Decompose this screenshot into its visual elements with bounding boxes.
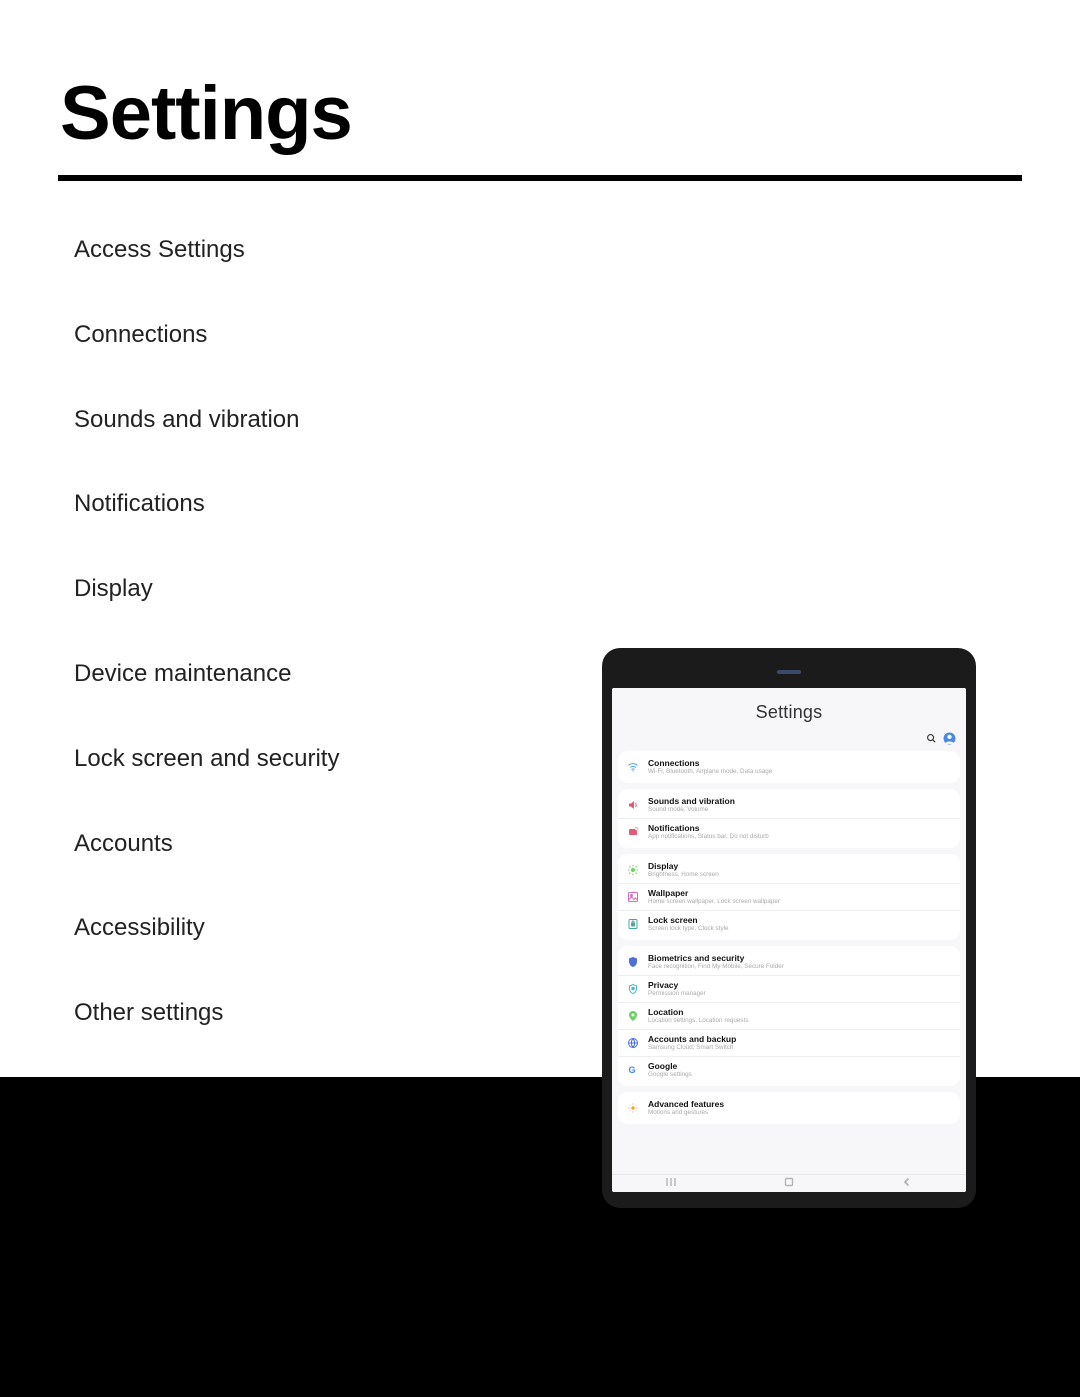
settings-row-subtitle: Motions and gestures: [648, 1109, 952, 1116]
settings-row-title: Advanced features: [648, 1100, 952, 1110]
toc-connections[interactable]: Connections: [74, 321, 1080, 350]
notif-icon: [626, 825, 640, 839]
settings-row-text: WallpaperHome screen wallpaper, Lock scr…: [648, 889, 952, 906]
settings-group: Sounds and vibrationSound mode, Volume No…: [618, 789, 960, 848]
settings-group: Advanced featuresMotions and gestures: [618, 1092, 960, 1124]
privacy-icon: [626, 982, 640, 996]
settings-row-lock-screen[interactable]: Lock screenScreen lock type, Clock style: [618, 910, 960, 937]
toc-display[interactable]: Display: [74, 575, 1080, 604]
settings-row-subtitle: Samsung Cloud, Smart Switch: [648, 1044, 952, 1051]
settings-row-wallpaper[interactable]: WallpaperHome screen wallpaper, Lock scr…: [618, 883, 960, 910]
settings-row-text: Biometrics and securityFace recognition,…: [648, 954, 952, 971]
advanced-icon: [626, 1101, 640, 1115]
tablet-screen-title: Settings: [612, 688, 966, 751]
settings-row-connections[interactable]: ConnectionsWi-Fi, Bluetooth, Airplane mo…: [618, 754, 960, 780]
settings-row-subtitle: Permission manager: [648, 990, 952, 997]
settings-group: DisplayBrightness, Home screen WallpaperH…: [618, 854, 960, 940]
tablet-screen-title-text: Settings: [756, 702, 823, 722]
recent-apps-button[interactable]: [666, 1177, 676, 1190]
settings-row-display[interactable]: DisplayBrightness, Home screen: [618, 857, 960, 883]
shield-icon: [626, 955, 640, 969]
settings-row-title: Display: [648, 862, 952, 872]
back-button[interactable]: [902, 1177, 912, 1190]
settings-row-subtitle: Wi-Fi, Bluetooth, Airplane mode, Data us…: [648, 768, 952, 775]
settings-group: Biometrics and securityFace recognition,…: [618, 946, 960, 1086]
toc-access-settings[interactable]: Access Settings: [74, 236, 1080, 265]
settings-row-subtitle: App notifications, Status bar, Do not di…: [648, 833, 952, 840]
svg-text:G: G: [629, 1065, 636, 1075]
user-icon[interactable]: [943, 732, 956, 745]
tablet-navbar: [612, 1174, 966, 1192]
settings-row-privacy[interactable]: PrivacyPermission manager: [618, 975, 960, 1002]
settings-row-title: Wallpaper: [648, 889, 952, 899]
settings-row-text: NotificationsApp notifications, Status b…: [648, 824, 952, 841]
tablet-header-actions: [926, 732, 956, 745]
toc-sounds-and-vibration[interactable]: Sounds and vibration: [74, 406, 1080, 435]
display-icon: [626, 863, 640, 877]
settings-row-subtitle: Brightness, Home screen: [648, 871, 952, 878]
wallpaper-icon: [626, 890, 640, 904]
location-icon: [626, 1009, 640, 1023]
tablet-mockup: Settings ConnectionsWi-Fi, Bluetooth, Ai…: [602, 648, 976, 1208]
wifi-icon: [626, 760, 640, 774]
settings-row-title: Google: [648, 1062, 952, 1072]
search-icon[interactable]: [926, 733, 937, 744]
tablet-screen: Settings ConnectionsWi-Fi, Bluetooth, Ai…: [612, 688, 966, 1192]
home-button[interactable]: [784, 1177, 794, 1190]
settings-row-text: ConnectionsWi-Fi, Bluetooth, Airplane mo…: [648, 759, 952, 776]
settings-row-text: Advanced featuresMotions and gestures: [648, 1100, 952, 1117]
settings-row-text: Sounds and vibrationSound mode, Volume: [648, 797, 952, 814]
settings-row-text: LocationLocation settings, Location requ…: [648, 1008, 952, 1025]
settings-row-text: Accounts and backupSamsung Cloud, Smart …: [648, 1035, 952, 1052]
settings-row-subtitle: Face recognition, Find My Mobile, Secure…: [648, 963, 952, 970]
sound-icon: [626, 798, 640, 812]
settings-group: ConnectionsWi-Fi, Bluetooth, Airplane mo…: [618, 751, 960, 783]
settings-row-location[interactable]: LocationLocation settings, Location requ…: [618, 1002, 960, 1029]
settings-row-accounts-and-backup[interactable]: Accounts and backupSamsung Cloud, Smart …: [618, 1029, 960, 1056]
settings-row-title: Connections: [648, 759, 952, 769]
settings-row-advanced-features[interactable]: Advanced featuresMotions and gestures: [618, 1095, 960, 1121]
settings-row-google[interactable]: G GoogleGoogle settings: [618, 1056, 960, 1083]
page-title: Settings: [0, 0, 1080, 157]
settings-row-sounds-and-vibration[interactable]: Sounds and vibrationSound mode, Volume: [618, 792, 960, 818]
google-icon: G: [626, 1063, 640, 1077]
settings-row-title: Sounds and vibration: [648, 797, 952, 807]
settings-row-subtitle: Screen lock type, Clock style: [648, 925, 952, 932]
settings-row-title: Notifications: [648, 824, 952, 834]
settings-row-subtitle: Google settings: [648, 1071, 952, 1078]
settings-row-text: Lock screenScreen lock type, Clock style: [648, 916, 952, 933]
settings-row-subtitle: Location settings, Location requests: [648, 1017, 952, 1024]
settings-row-title: Biometrics and security: [648, 954, 952, 964]
accounts-icon: [626, 1036, 640, 1050]
lock-icon: [626, 917, 640, 931]
settings-row-text: DisplayBrightness, Home screen: [648, 862, 952, 879]
settings-row-title: Lock screen: [648, 916, 952, 926]
settings-row-biometrics-and-security[interactable]: Biometrics and securityFace recognition,…: [618, 949, 960, 975]
settings-row-title: Location: [648, 1008, 952, 1018]
tablet-settings-list: ConnectionsWi-Fi, Bluetooth, Airplane mo…: [612, 751, 966, 1174]
settings-row-title: Privacy: [648, 981, 952, 991]
settings-row-subtitle: Sound mode, Volume: [648, 806, 952, 813]
settings-row-subtitle: Home screen wallpaper, Lock screen wallp…: [648, 898, 952, 905]
settings-row-text: PrivacyPermission manager: [648, 981, 952, 998]
settings-row-text: GoogleGoogle settings: [648, 1062, 952, 1079]
settings-row-title: Accounts and backup: [648, 1035, 952, 1045]
settings-row-notifications[interactable]: NotificationsApp notifications, Status b…: [618, 818, 960, 845]
toc-notifications[interactable]: Notifications: [74, 490, 1080, 519]
